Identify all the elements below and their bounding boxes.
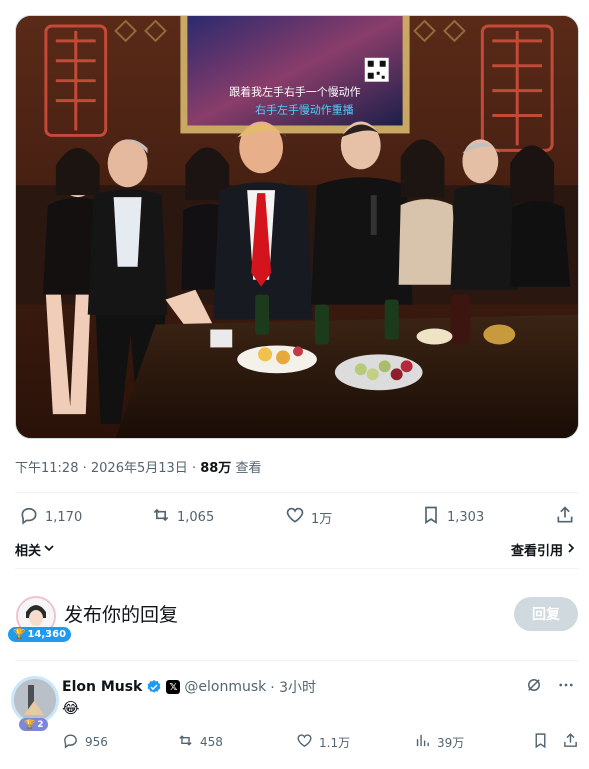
my-badge-count: 14,360 (27, 629, 67, 640)
like-button[interactable]: 1万 (285, 505, 332, 529)
bookmark-button[interactable]: 1,303 (421, 505, 484, 529)
reply-author-name[interactable]: Elon Musk (62, 679, 142, 695)
reply-like-button[interactable]: 1.1万 (296, 732, 350, 752)
trophy-icon: 🏆 (13, 629, 26, 640)
reply-count: 1,170 (45, 509, 83, 525)
reply-input[interactable]: 发布你的回复 (64, 600, 178, 627)
tweet-detail-page: 跟着我左手右手一个慢动作 右手左手慢动作重播 下午11:28 · 2026年5月… (0, 0, 589, 769)
tweet-time: 下午11:28 (15, 461, 79, 476)
related-label: 相关 (15, 544, 42, 559)
chevron-right-icon (565, 542, 577, 558)
submit-reply-button[interactable]: 回复 (514, 597, 578, 631)
verified-badge-icon (146, 679, 162, 695)
analytics-icon (414, 732, 431, 752)
retweet-icon (177, 732, 194, 752)
tweet-photo[interactable]: 跟着我左手右手一个慢动作 右手左手慢动作重播 (15, 15, 579, 439)
tweet-meta: 下午11:28 · 2026年5月13日 · 88万 查看 (15, 457, 261, 476)
meta-separator: · (191, 461, 197, 476)
reply-reply-count: 956 (85, 735, 108, 749)
heart-icon (285, 505, 305, 529)
more-options-icon[interactable] (557, 676, 575, 698)
tv-caption-line1: 跟着我左手右手一个慢动作 (229, 85, 360, 99)
reply-reply-button[interactable]: 956 (62, 732, 108, 752)
my-level-badge: 🏆 14,360 (8, 627, 72, 642)
trophy-icon: 🏆 (24, 719, 36, 730)
reply-retweet-count: 458 (200, 735, 223, 749)
reply-badge-count: 2 (37, 719, 44, 730)
reply-icon (62, 732, 79, 752)
heart-icon (296, 732, 313, 752)
karaoke-room-photo: 跟着我左手右手一个慢动作 右手左手慢动作重播 (16, 16, 578, 438)
tv-caption-line2: 右手左手慢动作重播 (255, 103, 354, 117)
share-icon (555, 505, 575, 529)
retweet-count: 1,065 (177, 509, 215, 525)
x-affiliate-badge-icon: 𝕏 (166, 680, 181, 694)
view-quotes-label: 查看引用 (510, 544, 563, 559)
retweet-button[interactable]: 1,065 (151, 505, 214, 529)
reply-share-button[interactable] (562, 732, 579, 752)
bookmark-count: 1,303 (447, 509, 485, 525)
like-count: 1万 (311, 511, 333, 527)
share-icon (562, 732, 579, 752)
divider (15, 568, 579, 569)
view-quotes-link[interactable]: 查看引用 (511, 540, 577, 559)
divider (15, 660, 579, 661)
reply-retweet-button[interactable]: 458 (177, 732, 223, 752)
reply-views-count: 39万 (437, 735, 465, 750)
views-label: 查看 (235, 461, 262, 476)
chevron-down-icon (43, 542, 55, 558)
reply-time[interactable]: · 3小时 (270, 677, 316, 697)
related-toggle[interactable]: 相关 (15, 540, 55, 559)
bookmark-icon (421, 505, 441, 529)
reply-like-count: 1.1万 (319, 735, 351, 750)
reply-action-bar: 956 458 1.1万 39万 (62, 732, 582, 752)
grok-icon[interactable] (525, 676, 543, 698)
reply-author-avatar[interactable] (11, 676, 59, 724)
reply-text: 😂 (62, 699, 80, 717)
reply-level-badge: 🏆 2 (19, 718, 49, 731)
reply-icon (19, 505, 39, 529)
meta-separator: · (82, 461, 87, 476)
tweet-date: 2026年5月13日 (90, 461, 188, 476)
share-button[interactable] (555, 505, 575, 529)
tweet-action-bar: 1,170 1,065 1万 1,303 (15, 505, 579, 531)
reply-views-button[interactable]: 39万 (414, 732, 464, 752)
divider (15, 492, 579, 493)
reply-author-handle[interactable]: @elonmusk (184, 679, 266, 695)
reply-button[interactable]: 1,170 (19, 505, 82, 529)
bookmark-icon (532, 732, 549, 752)
retweet-icon (151, 505, 171, 529)
reply-header: Elon Musk 𝕏 @elonmusk · 3小时 (62, 677, 316, 697)
reply-bookmark-button[interactable] (532, 732, 549, 752)
views-count: 88万 (200, 461, 232, 476)
reply-top-icons (525, 676, 575, 698)
